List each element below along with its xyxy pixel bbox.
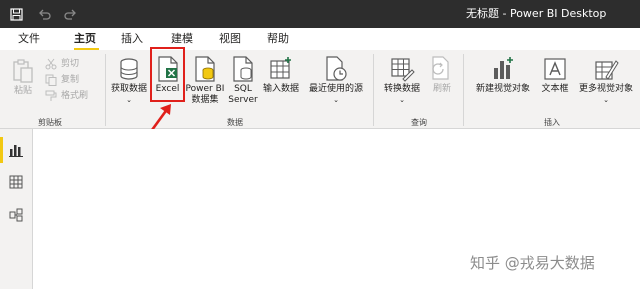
format-painter-button[interactable]: 格式刷 <box>44 88 88 104</box>
bar-chart-icon <box>494 57 513 79</box>
ribbon-divider <box>373 54 374 126</box>
clipboard-group-label: 剪贴板 <box>38 118 62 127</box>
table-plus-icon <box>270 57 291 79</box>
get-data-button[interactable]: 获取数据 ⌄ <box>107 56 151 106</box>
refresh-icon <box>432 56 449 80</box>
insert-group-label: 插入 <box>544 118 560 127</box>
chevron-down-icon: ⌄ <box>333 96 339 104</box>
database-icon <box>120 58 138 80</box>
paste-button[interactable]: 粘贴 <box>8 58 38 97</box>
more-visuals-label: 更多视觉对象 <box>578 84 633 94</box>
ribbon: 粘贴 剪切 复制 格式刷 剪贴板 获取数据 ⌄ Excel Power BI 数… <box>0 50 640 129</box>
text-box-label: 文本框 <box>541 84 569 94</box>
ribbon-divider <box>105 54 106 126</box>
scissors-icon <box>44 57 58 71</box>
left-nav <box>0 129 33 289</box>
menu-bar: 文件 主页 插入 建模 视图 帮助 <box>0 28 640 50</box>
chevron-down-icon: ⌄ <box>126 96 132 104</box>
menu-home[interactable]: 主页 <box>74 28 96 50</box>
transform-data-button[interactable]: 转换数据 ⌄ <box>378 56 426 106</box>
redo-icon[interactable] <box>58 0 82 28</box>
get-data-label: 获取数据 <box>110 84 147 94</box>
menu-insert[interactable]: 插入 <box>121 28 143 50</box>
format-painter-icon <box>44 89 58 103</box>
refresh-button[interactable]: 刷新 <box>428 56 456 95</box>
copy-button[interactable]: 复制 <box>44 72 88 88</box>
transform-data-label: 转换数据 <box>383 84 420 94</box>
undo-icon[interactable] <box>32 0 56 28</box>
copy-label: 复制 <box>61 75 80 85</box>
enter-data-button[interactable]: 输入数据 <box>259 56 303 95</box>
format-painter-label: 格式刷 <box>61 91 89 101</box>
title-bar: 无标题 - Power BI Desktop <box>0 0 640 28</box>
sql-server-label-2: Server <box>228 95 258 105</box>
transform-data-icon <box>391 58 415 82</box>
chevron-down-icon: ⌄ <box>603 96 609 104</box>
query-group-label: 查询 <box>411 118 427 127</box>
new-visual-button[interactable]: 新建视觉对象 <box>471 56 535 95</box>
more-visuals-button[interactable]: 更多视觉对象 ⌄ <box>574 56 638 106</box>
text-box-button[interactable]: 文本框 <box>537 56 573 95</box>
powerbi-dataset-label-2: 数据集 <box>191 95 219 105</box>
menu-file[interactable]: 文件 <box>18 28 40 50</box>
text-box-icon <box>544 58 566 80</box>
powerbi-dataset-label-1: Power BI <box>185 84 225 94</box>
copy-icon <box>44 73 58 87</box>
watermark-text: 知乎 @戎易大数据 <box>470 254 595 272</box>
ribbon-divider <box>463 54 464 126</box>
chevron-down-icon: ⌄ <box>399 96 405 104</box>
dataset-icon <box>195 56 215 82</box>
menu-help[interactable]: 帮助 <box>267 28 289 50</box>
recent-sources-button[interactable]: 最近使用的源 ⌄ <box>304 56 368 106</box>
model-view-icon[interactable] <box>0 202 32 228</box>
cut-label: 剪切 <box>61 59 80 69</box>
enter-data-label: 输入数据 <box>262 84 299 94</box>
recent-sources-label: 最近使用的源 <box>308 84 363 94</box>
report-view-icon[interactable] <box>0 137 32 163</box>
excel-highlight-box <box>150 47 185 102</box>
data-view-icon[interactable] <box>0 169 32 195</box>
recent-sources-icon <box>326 56 347 81</box>
sql-server-icon <box>233 56 253 82</box>
paste-icon <box>13 59 33 83</box>
data-group-label: 数据 <box>227 118 243 127</box>
sql-server-button[interactable]: SQL Server <box>227 56 259 106</box>
paste-label: 粘贴 <box>13 86 32 96</box>
powerbi-dataset-button[interactable]: Power BI 数据集 <box>184 56 226 106</box>
window-title: 无标题 - Power BI Desktop <box>466 7 607 20</box>
menu-view[interactable]: 视图 <box>219 28 241 50</box>
cut-button[interactable]: 剪切 <box>44 56 88 72</box>
more-visuals-icon <box>595 60 619 80</box>
sql-server-label-1: SQL <box>234 84 252 94</box>
save-icon[interactable] <box>4 0 28 28</box>
refresh-label: 刷新 <box>432 84 451 94</box>
new-visual-label: 新建视觉对象 <box>475 84 530 94</box>
